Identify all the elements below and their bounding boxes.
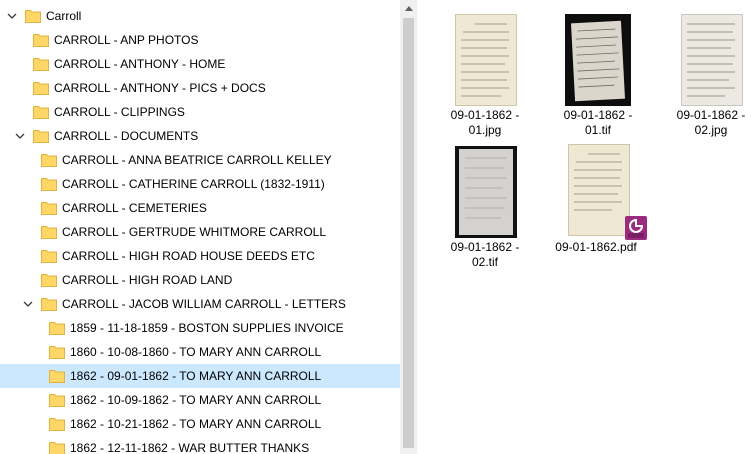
letter-thumbnail [568, 144, 630, 236]
tree-item-1859-invoice[interactable]: 1859 - 11-18-1859 - BOSTON SUPPLIES INVO… [0, 316, 400, 340]
tree-item-label: 1862 - 12-11-1862 - WAR BUTTER THANKS [70, 441, 310, 454]
tree-item-gertrude[interactable]: CARROLL - GERTRUDE WHITMORE CARROLL [0, 220, 400, 244]
tree-item-1862-09-01-selected[interactable]: 1862 - 09-01-1862 - TO MARY ANN CARROLL [0, 364, 400, 388]
folder-icon [41, 249, 57, 263]
tree-item-label: 1862 - 09-01-1862 - TO MARY ANN CARROLL [70, 369, 322, 383]
folder-icon [33, 57, 49, 71]
tree-scrollbar[interactable] [400, 0, 417, 454]
file-item-02-jpg[interactable]: 09-01-1862 - 02.jpg [643, 10, 755, 144]
folder-icon [49, 393, 65, 407]
tree-item-anthony-home[interactable]: CARROLL - ANTHONY - HOME [0, 52, 400, 76]
tree-item-label: CARROLL - ANTHONY - PICS + DOCS [54, 81, 266, 95]
scrollbar-thumb[interactable] [403, 18, 414, 448]
tree-item-label: CARROLL - HIGH ROAD LAND [62, 273, 233, 287]
tree-item-label: CARROLL - ANP PHOTOS [54, 33, 199, 47]
chevron-down-icon[interactable] [22, 298, 34, 310]
folder-icon [41, 297, 57, 311]
file-item-01-jpg[interactable]: 09-01-1862 - 01.jpg [429, 10, 541, 144]
tree-item-1862-12-11[interactable]: 1862 - 12-11-1862 - WAR BUTTER THANKS [0, 436, 400, 454]
file-name-line1: 09-01-1862 - [676, 108, 746, 122]
chevron-down-icon[interactable] [6, 10, 18, 22]
folder-icon [41, 177, 57, 191]
file-name-line1: 09-01-1862 - [450, 240, 520, 254]
folder-icon [49, 321, 65, 335]
file-item-01-tif[interactable]: 09-01-1862 - 01.tif [542, 10, 654, 144]
tree-item-label: CARROLL - CEMETERIES [62, 201, 207, 215]
tree-item-label: 1859 - 11-18-1859 - BOSTON SUPPLIES INVO… [70, 321, 344, 335]
tree-item-label: 1860 - 10-08-1860 - TO MARY ANN CARROLL [70, 345, 322, 359]
folder-icon [33, 105, 49, 119]
tree-item-label: CARROLL - CLIPPINGS [54, 105, 185, 119]
folder-icon [33, 33, 49, 47]
folder-icon [25, 9, 41, 23]
file-name-line2: 02.tif [471, 255, 498, 269]
folder-icon [33, 81, 49, 95]
tree-item-label: 1862 - 10-21-1862 - TO MARY ANN CARROLL [70, 417, 322, 431]
tree-item-1862-10-21[interactable]: 1862 - 10-21-1862 - TO MARY ANN CARROLL [0, 412, 400, 436]
tree-item-anthony-pics-docs[interactable]: CARROLL - ANTHONY - PICS + DOCS [0, 76, 400, 100]
letter-thumbnail [565, 14, 631, 106]
tree-item-label: CARROLL - CATHERINE CARROLL (1832-1911) [62, 177, 325, 191]
file-list: 09-01-1862 - 01.jpg 09-01-1862 - 01.tif … [417, 0, 755, 454]
file-name-line1: 09-01-1862 - [563, 108, 633, 122]
file-name-line2: 01.tif [584, 123, 611, 137]
tree-item-anna-beatrice[interactable]: CARROLL - ANNA BEATRICE CARROLL KELLEY [0, 148, 400, 172]
folder-icon [41, 273, 57, 287]
pdf-app-icon [625, 216, 647, 240]
file-item-02-tif[interactable]: 09-01-1862 - 02.tif [429, 142, 541, 276]
tree-item-label: Carroll [46, 9, 82, 23]
letter-thumbnail [681, 14, 743, 106]
tree-item-label: CARROLL - GERTRUDE WHITMORE CARROLL [62, 225, 327, 239]
file-name-line2: 02.jpg [694, 123, 728, 137]
chevron-down-icon[interactable] [14, 130, 26, 142]
tree-item-house-deeds[interactable]: CARROLL - HIGH ROAD HOUSE DEEDS ETC [0, 244, 400, 268]
tree-item-1860-mary-ann[interactable]: 1860 - 10-08-1860 - TO MARY ANN CARROLL [0, 340, 400, 364]
tree-item-anp-photos[interactable]: CARROLL - ANP PHOTOS [0, 28, 400, 52]
scroll-up-arrow-icon[interactable] [400, 0, 417, 17]
folder-icon [49, 345, 65, 359]
tree-item-cemeteries[interactable]: CARROLL - CEMETERIES [0, 196, 400, 220]
letter-thumbnail [455, 14, 517, 106]
folder-tree: Carroll CARROLL - ANP PHOTOS CARROLL - A… [0, 0, 400, 454]
tree-item-clippings[interactable]: CARROLL - CLIPPINGS [0, 100, 400, 124]
tree-item-label: CARROLL - ANNA BEATRICE CARROLL KELLEY [62, 153, 332, 167]
folder-icon [49, 369, 65, 383]
letter-thumbnail [455, 146, 517, 238]
file-item-pdf[interactable]: 09-01-1862.pdf [545, 142, 657, 276]
folder-icon [49, 441, 65, 454]
file-name-line1: 09-01-1862.pdf [555, 240, 637, 254]
tree-item-1862-10-09[interactable]: 1862 - 10-09-1862 - TO MARY ANN CARROLL [0, 388, 400, 412]
folder-icon [41, 153, 57, 167]
file-name-line1: 09-01-1862 - [450, 108, 520, 122]
tree-item-label: CARROLL - DOCUMENTS [54, 129, 199, 143]
folder-icon [41, 201, 57, 215]
folder-icon [41, 225, 57, 239]
tree-item-carroll[interactable]: Carroll [0, 4, 400, 28]
tree-item-documents[interactable]: CARROLL - DOCUMENTS [0, 124, 400, 148]
folder-icon [33, 129, 49, 143]
tree-item-label: 1862 - 10-09-1862 - TO MARY ANN CARROLL [70, 393, 322, 407]
tree-item-letters[interactable]: CARROLL - JACOB WILLIAM CARROLL - LETTER… [0, 292, 400, 316]
tree-item-catherine[interactable]: CARROLL - CATHERINE CARROLL (1832-1911) [0, 172, 400, 196]
tree-item-label: CARROLL - ANTHONY - HOME [54, 57, 226, 71]
tree-item-label: CARROLL - HIGH ROAD HOUSE DEEDS ETC [62, 249, 315, 263]
tree-item-high-road-land[interactable]: CARROLL - HIGH ROAD LAND [0, 268, 400, 292]
tree-item-label: CARROLL - JACOB WILLIAM CARROLL - LETTER… [62, 297, 346, 311]
folder-icon [49, 417, 65, 431]
file-name-line2: 01.jpg [468, 123, 502, 137]
